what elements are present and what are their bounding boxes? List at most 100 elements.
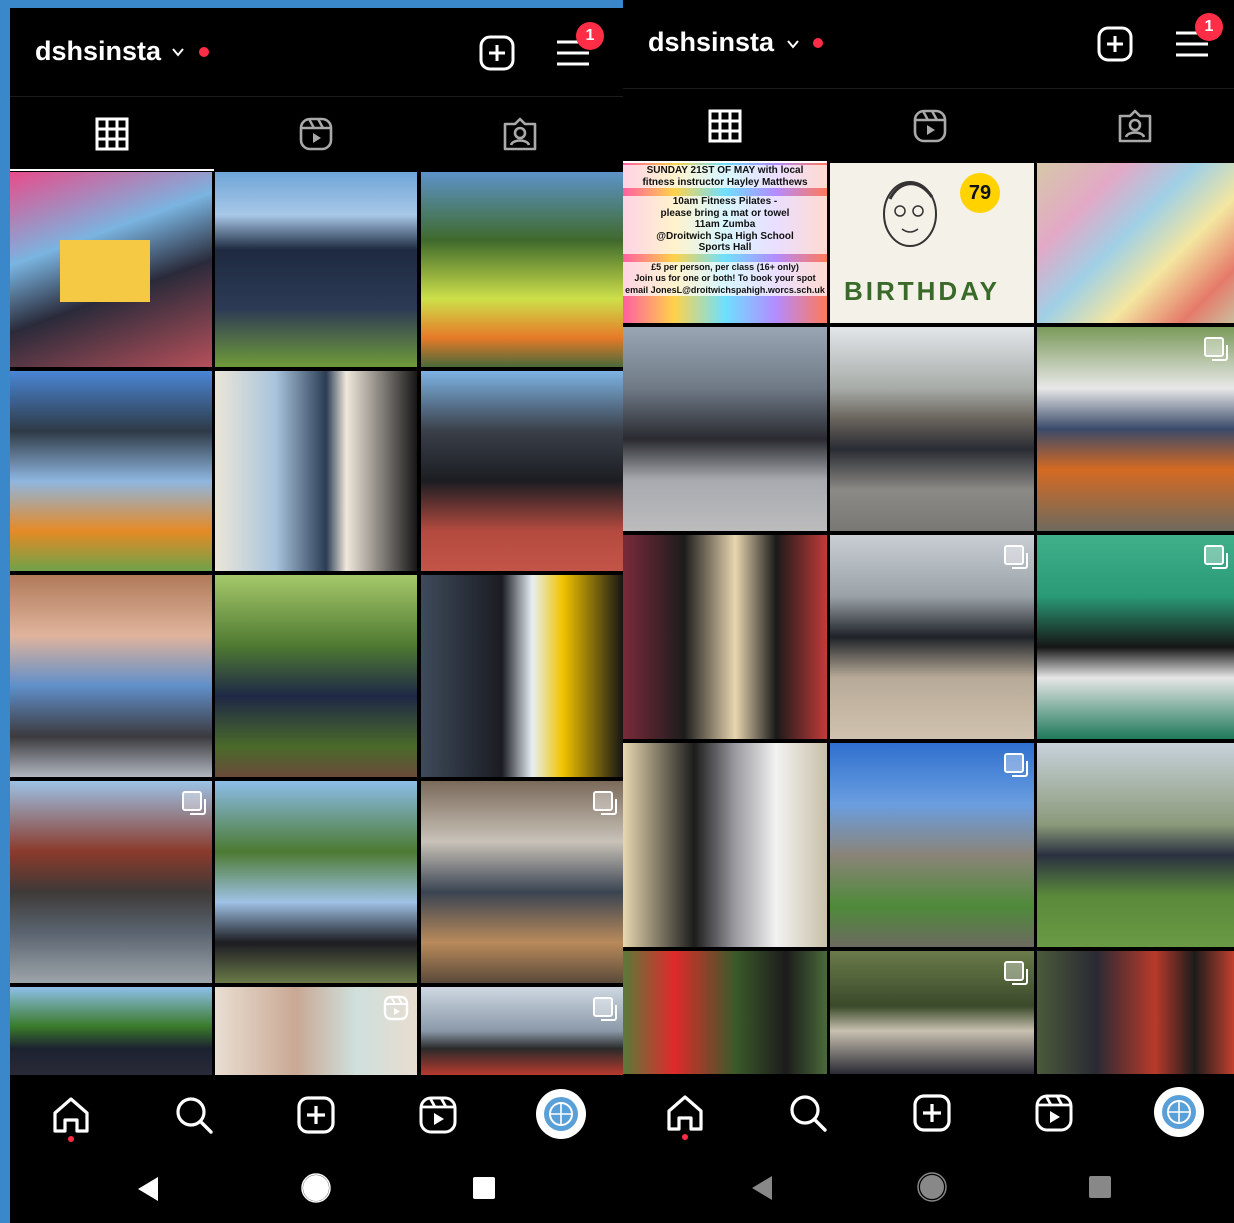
profile-avatar[interactable] xyxy=(538,1091,584,1137)
poster-line: please bring a mat or towel xyxy=(623,207,827,219)
back-icon[interactable] xyxy=(750,1174,774,1202)
notifications-badge: 1 xyxy=(1195,13,1223,41)
multi-photo-icon xyxy=(182,791,206,815)
status-dot xyxy=(813,38,823,48)
notifications-badge: 1 xyxy=(576,22,604,50)
post-thumbnail[interactable] xyxy=(1037,951,1234,1074)
profile-tabs xyxy=(623,88,1234,163)
post-grid xyxy=(10,172,623,1075)
post-thumbnail[interactable] xyxy=(10,575,212,777)
grid-icon xyxy=(95,117,129,151)
poster-line: 10am Fitness Pilates - xyxy=(623,196,827,208)
home-circle-icon[interactable] xyxy=(917,1172,947,1202)
tab-grid[interactable] xyxy=(10,97,214,171)
post-thumbnail[interactable] xyxy=(421,575,623,777)
tagged-icon xyxy=(503,117,537,151)
multi-photo-icon xyxy=(1204,337,1228,361)
profile-avatar[interactable] xyxy=(1156,1089,1202,1135)
tab-tagged[interactable] xyxy=(1033,89,1234,163)
post-thumbnail[interactable] xyxy=(10,172,212,367)
multi-photo-icon xyxy=(593,997,617,1021)
username[interactable]: dshsinsta xyxy=(648,27,774,58)
post-thumbnail[interactable] xyxy=(215,987,417,1075)
multi-photo-icon xyxy=(1004,545,1028,569)
home-icon[interactable] xyxy=(663,1091,707,1135)
reels-icon[interactable] xyxy=(1032,1091,1076,1135)
post-thumbnail[interactable] xyxy=(10,371,212,571)
username[interactable]: dshsinsta xyxy=(35,36,161,67)
recents-icon[interactable] xyxy=(1088,1175,1112,1199)
post-grid: SUNDAY 21ST OF MAY with local fitness in… xyxy=(623,163,1234,1074)
reels-icon xyxy=(299,117,333,151)
poster-line: SUNDAY 21ST OF MAY with local xyxy=(623,165,827,177)
home-circle-icon[interactable] xyxy=(301,1173,331,1203)
post-thumbnail[interactable] xyxy=(215,781,417,983)
home-icon[interactable] xyxy=(49,1093,93,1137)
post-thumbnail[interactable] xyxy=(830,951,1034,1074)
chevron-down-icon[interactable] xyxy=(172,46,184,58)
poster-line: £5 per person, per class (16+ only) xyxy=(623,261,827,273)
post-thumbnail[interactable] xyxy=(421,781,623,983)
post-thumbnail[interactable] xyxy=(421,172,623,367)
globe-logo-icon xyxy=(544,1097,578,1131)
system-nav-bar xyxy=(623,1156,1234,1223)
poster-line: Sports Hall xyxy=(623,242,827,254)
post-thumbnail[interactable] xyxy=(215,575,417,777)
reels-icon[interactable] xyxy=(416,1093,460,1137)
phone-screen-left: dshsinsta 1 xyxy=(10,8,623,1223)
create-icon[interactable] xyxy=(294,1093,338,1137)
reels-icon xyxy=(913,109,947,143)
post-thumbnail[interactable] xyxy=(830,327,1034,531)
post-thumbnail[interactable]: 79 BIRTHDAY xyxy=(830,163,1034,323)
poster-line: @Droitwich Spa High School xyxy=(623,230,827,242)
post-thumbnail[interactable] xyxy=(830,535,1034,739)
recents-icon[interactable] xyxy=(472,1176,496,1200)
search-icon[interactable] xyxy=(786,1091,830,1135)
event-poster: SUNDAY 21ST OF MAY with local fitness in… xyxy=(623,163,827,323)
tab-active-indicator xyxy=(10,169,214,171)
post-thumbnail[interactable] xyxy=(830,743,1034,947)
post-thumbnail[interactable] xyxy=(623,951,827,1074)
profile-header: dshsinsta 1 xyxy=(623,0,1234,88)
create-post-icon[interactable] xyxy=(1095,24,1135,64)
post-thumbnail[interactable] xyxy=(1037,327,1234,531)
post-thumbnail[interactable] xyxy=(215,172,417,367)
system-nav-bar xyxy=(10,1157,623,1223)
post-thumbnail[interactable] xyxy=(1037,163,1234,323)
back-icon[interactable] xyxy=(136,1175,160,1203)
poster-line: 11am Zumba xyxy=(623,219,827,231)
post-thumbnail[interactable] xyxy=(1037,743,1234,947)
tab-reels[interactable] xyxy=(214,97,418,171)
reel-indicator-icon xyxy=(383,995,409,1021)
create-icon[interactable] xyxy=(910,1091,954,1135)
post-thumbnail[interactable] xyxy=(10,987,212,1075)
globe-logo-icon xyxy=(1162,1095,1196,1129)
tab-reels[interactable] xyxy=(828,89,1032,163)
tab-grid[interactable] xyxy=(623,89,827,163)
status-dot xyxy=(199,47,209,57)
post-thumbnail[interactable] xyxy=(1037,535,1234,739)
post-thumbnail[interactable] xyxy=(623,743,827,947)
post-thumbnail[interactable] xyxy=(215,371,417,571)
poster-line: email JonesL@droitwichspahigh.worcs.sch.… xyxy=(623,284,827,296)
post-thumbnail[interactable]: SUNDAY 21ST OF MAY with local fitness in… xyxy=(623,163,827,323)
create-post-icon[interactable] xyxy=(477,33,517,73)
multi-photo-icon xyxy=(593,791,617,815)
tagged-icon xyxy=(1118,109,1152,143)
bottom-nav xyxy=(10,1075,623,1157)
post-thumbnail[interactable] xyxy=(421,371,623,571)
multi-photo-icon xyxy=(1004,753,1028,777)
post-thumbnail[interactable] xyxy=(10,781,212,983)
search-icon[interactable] xyxy=(172,1093,216,1137)
post-thumbnail[interactable] xyxy=(623,535,827,739)
post-thumbnail[interactable] xyxy=(623,327,827,531)
profile-tabs xyxy=(10,96,623,171)
post-thumbnail[interactable] xyxy=(421,987,623,1075)
birthday-text: BIRTHDAY xyxy=(844,276,1000,306)
grid-icon xyxy=(708,109,742,143)
chevron-down-icon[interactable] xyxy=(787,38,799,50)
phone-screen-right: dshsinsta 1 SUNDAY 21ST OF MAY with loca… xyxy=(623,0,1234,1223)
home-activity-dot xyxy=(68,1136,74,1142)
multi-photo-icon xyxy=(1204,545,1228,569)
tab-tagged[interactable] xyxy=(418,97,622,171)
